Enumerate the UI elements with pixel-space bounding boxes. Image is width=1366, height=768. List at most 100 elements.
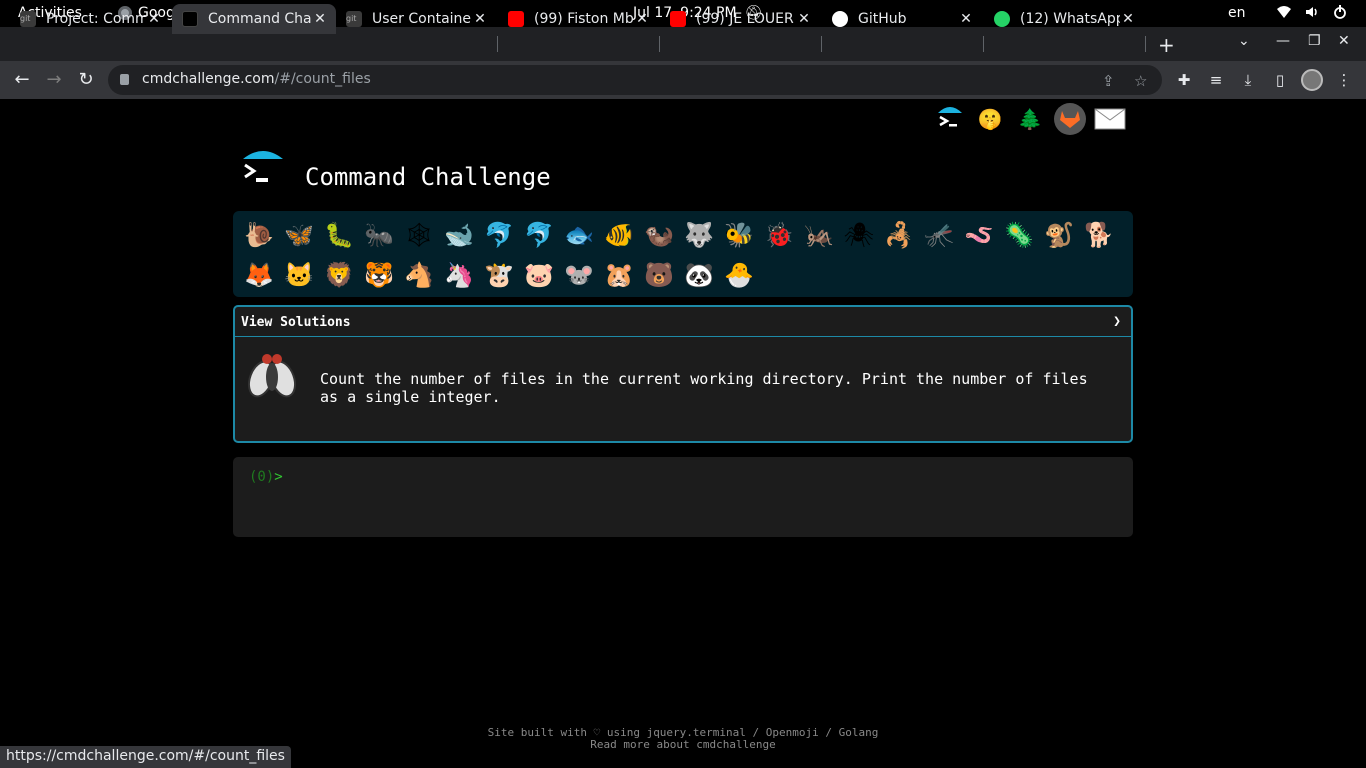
tab-command-challenge[interactable]: Command Cha ✕ <box>172 4 336 34</box>
tab-separator <box>1145 36 1146 52</box>
challenge-animal-icon[interactable]: 🐌 <box>239 215 279 255</box>
challenge-animal-icon[interactable]: 🐠 <box>599 215 639 255</box>
challenge-animal-icon[interactable]: 🐒 <box>1039 215 1079 255</box>
url-text[interactable]: cmdchallenge.com/#/count_files <box>142 71 371 87</box>
challenge-animal-icon[interactable]: 🐷 <box>519 255 559 295</box>
challenge-animal-icon[interactable]: 🐹 <box>599 255 639 295</box>
wifi-icon <box>1276 4 1292 20</box>
shushing-face-icon[interactable]: 🤫 <box>974 103 1006 135</box>
tab-title: (99) Fiston Mb <box>534 11 634 27</box>
tab-youtube-fiston[interactable]: (99) Fiston Mb ✕ <box>498 4 658 34</box>
challenge-animal-icon[interactable]: 🐯 <box>359 255 399 295</box>
tab-title: Command Cha <box>208 11 312 27</box>
tab-youtube-je-louer[interactable]: (99) JE LOUER ✕ <box>660 4 820 34</box>
challenge-animal-icon[interactable]: 🐋 <box>439 215 479 255</box>
terminal[interactable]: (0)> <box>233 457 1133 537</box>
bookmark-star-icon[interactable]: ☆ <box>1134 72 1147 90</box>
close-tab-icon[interactable]: ✕ <box>472 11 488 27</box>
challenge-animal-icon[interactable]: 🕷 <box>839 215 879 255</box>
media-queue-icon[interactable]: ≡ <box>1207 71 1225 89</box>
download-icon[interactable]: ⤓ <box>1239 71 1257 89</box>
view-solutions-toggle[interactable]: View Solutions ❯ <box>235 307 1131 337</box>
power-icon <box>1332 4 1348 20</box>
restore-icon[interactable]: ❐ <box>1308 33 1321 49</box>
challenge-animal-icon[interactable]: 🐣 <box>719 255 759 295</box>
challenge-animal-icon[interactable]: 🐼 <box>679 255 719 295</box>
tree-icon[interactable]: 🌲 <box>1014 103 1046 135</box>
challenge-animal-icon[interactable]: 🦟 <box>919 215 959 255</box>
share-icon[interactable]: ⇪ <box>1102 72 1115 90</box>
close-window-icon[interactable]: ✕ <box>1338 33 1350 49</box>
page-content: 🤫 🌲 Command Challenge 🐌 🦋 🐛 🐜 🕸 🐋 🐬 🐬 🐟 🐠 🦦 🐺 🐝 🐞 🦗 🕷 🦂 🦟… <box>0 99 1366 768</box>
challenge-animal-icon[interactable]: 🦠 <box>999 215 1039 255</box>
challenge-animal-icon[interactable]: 🦊 <box>239 255 279 295</box>
terminal-logo-icon[interactable] <box>934 103 966 135</box>
close-tab-icon[interactable]: ✕ <box>146 11 162 27</box>
gitlab-icon[interactable] <box>1054 103 1086 135</box>
system-tray[interactable] <box>1276 4 1348 20</box>
challenge-animal-icon[interactable]: 🐕 <box>1079 215 1119 255</box>
youtube-icon <box>670 11 686 27</box>
side-panel-icon[interactable]: ▯ <box>1271 71 1289 89</box>
youtube-icon <box>508 11 524 27</box>
challenge-animal-icon[interactable]: 🦂 <box>879 215 919 255</box>
challenge-animal-icon[interactable]: 🐺 <box>679 215 719 255</box>
challenge-animal-icon[interactable]: 🐟 <box>559 215 599 255</box>
more-menu-icon[interactable]: ⋮ <box>1335 71 1353 89</box>
close-tab-icon[interactable]: ✕ <box>958 11 974 27</box>
back-arrow-icon[interactable]: ← <box>11 69 33 90</box>
extensions-puzzle-icon[interactable]: ✚ <box>1175 71 1193 89</box>
minimize-icon[interactable]: — <box>1276 33 1290 49</box>
tab-user-container[interactable]: git User Containe ✕ <box>336 4 496 34</box>
language-indicator[interactable]: en <box>1228 5 1246 21</box>
challenge-animal-icon[interactable]: 🐛 <box>319 215 359 255</box>
fly-icon <box>247 349 297 403</box>
challenge-panel: View Solutions ❯ Count the number of fil… <box>233 305 1133 443</box>
close-tab-icon[interactable]: ✕ <box>796 11 812 27</box>
address-bar[interactable]: cmdchallenge.com/#/count_files ⇪ ☆ <box>108 65 1162 95</box>
tab-github[interactable]: GitHub ✕ <box>822 4 982 34</box>
challenge-animal-icon[interactable]: 🐝 <box>719 215 759 255</box>
prompt-count: (0) <box>249 469 275 485</box>
challenge-animal-icon[interactable]: 🐬 <box>519 215 559 255</box>
tab-whatsapp[interactable]: (12) WhatsApp ✕ <box>984 4 1144 34</box>
envelope-icon[interactable] <box>1094 103 1126 135</box>
tab-project[interactable]: git Project: Comm ✕ <box>10 4 170 34</box>
view-solutions-label: View Solutions <box>241 315 351 330</box>
challenge-animal-icon[interactable]: 🦋 <box>279 215 319 255</box>
challenge-animal-icon[interactable]: 🐜 <box>359 215 399 255</box>
challenge-animal-icon[interactable]: 🐞 <box>759 215 799 255</box>
tab-separator <box>659 36 660 52</box>
terminal-prompt[interactable]: (0)> <box>249 469 283 485</box>
gitlab-favicon-icon: git <box>20 11 36 27</box>
challenge-description: Count the number of files in the current… <box>320 370 1088 406</box>
challenge-animal-icon[interactable]: 🐴 <box>399 255 439 295</box>
new-tab-plus-icon[interactable]: + <box>1158 33 1175 57</box>
profile-avatar[interactable] <box>1301 69 1323 91</box>
challenge-animal-icon[interactable]: 🐭 <box>559 255 599 295</box>
tab-separator <box>983 36 984 52</box>
forward-arrow-icon[interactable]: → <box>43 69 65 90</box>
github-icon <box>832 11 848 27</box>
challenge-animal-icon[interactable]: 🐬 <box>479 215 519 255</box>
challenge-animal-icon[interactable]: 🦄 <box>439 255 479 295</box>
challenge-animal-icon[interactable]: 🐻 <box>639 255 679 295</box>
challenge-animal-icon[interactable]: 🦁 <box>319 255 359 295</box>
challenge-animal-icon[interactable]: 🦗 <box>799 215 839 255</box>
close-tab-icon[interactable]: ✕ <box>1120 11 1136 27</box>
tab-title: (99) JE LOUER <box>696 11 794 27</box>
tab-title: User Containe <box>372 11 472 27</box>
close-tab-icon[interactable]: ✕ <box>634 11 650 27</box>
challenge-animal-icon[interactable]: 🕸 <box>399 215 439 255</box>
lock-icon <box>120 74 129 85</box>
tab-title: (12) WhatsApp <box>1020 11 1120 27</box>
reload-icon[interactable]: ↻ <box>75 69 97 90</box>
challenge-animal-icon[interactable]: 🐱 <box>279 255 319 295</box>
challenge-animal-icon[interactable]: 🐮 <box>479 255 519 295</box>
close-tab-icon[interactable]: ✕ <box>312 11 328 27</box>
gitlab-favicon-icon: git <box>346 11 362 27</box>
challenge-animal-icon[interactable]: 🦦 <box>639 215 679 255</box>
tab-search-chevron-icon[interactable]: ⌄ <box>1238 33 1250 49</box>
challenge-animal-icon[interactable]: 🪱 <box>959 215 999 255</box>
page-title: Command Challenge <box>305 163 551 191</box>
